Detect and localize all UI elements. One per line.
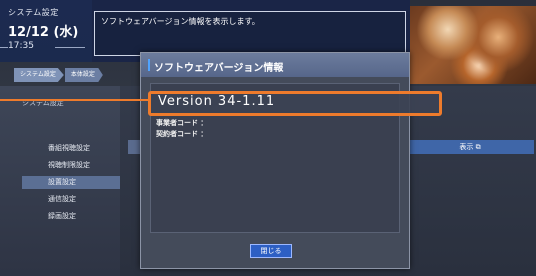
time-rule-right [55,47,85,48]
menu-item-installation[interactable]: 設置設定 [22,176,120,189]
highlight-pointer [0,99,150,101]
software-version-dialog: ソフトウェアバージョン情報 事業者コード ： 契約者コード ： [140,52,410,269]
display-button[interactable]: 表示 ⧉ [406,140,534,154]
version-text: Version 34-1.11 [158,94,276,109]
operator-code-label: 事業者コード ： [156,119,208,127]
tv-screen: システム設定 12/12 (水) 17:35 ソフトウェアバージョン情報を表示し… [0,0,536,276]
tv-preview-image [410,6,536,84]
contract-code-label: 契約者コード ： [156,130,208,138]
time-display: 17:35 [8,41,34,51]
breadcrumb: システム設定 本体設定 [14,68,104,82]
menu-item-recording[interactable]: 録画設定 [22,210,120,223]
dialog-title-bar: ソフトウェアバージョン情報 [141,53,409,77]
date-display: 12/12 (水) [8,25,79,40]
clock-panel: システム設定 12/12 (水) 17:35 [0,0,92,62]
menu-item-program-viewing[interactable]: 番組視聴設定 [22,142,120,155]
breadcrumb-item-system[interactable]: システム設定 [14,68,64,82]
breadcrumb-item-body[interactable]: 本体設定 [64,68,103,82]
message-text: ソフトウェアバージョン情報を表示します。 [101,17,260,26]
message-box: ソフトウェアバージョン情報を表示します。 [94,11,406,56]
system-settings-label: システム設定 [8,8,59,17]
close-button[interactable]: 閉じる [250,244,292,258]
title-accent [148,59,150,71]
dialog-title: ソフトウェアバージョン情報 [154,63,284,74]
menu-item-network[interactable]: 通信設定 [22,193,120,206]
time-rule-left [0,47,8,48]
menu-item-viewing-restriction[interactable]: 視聴制限設定 [22,159,120,172]
